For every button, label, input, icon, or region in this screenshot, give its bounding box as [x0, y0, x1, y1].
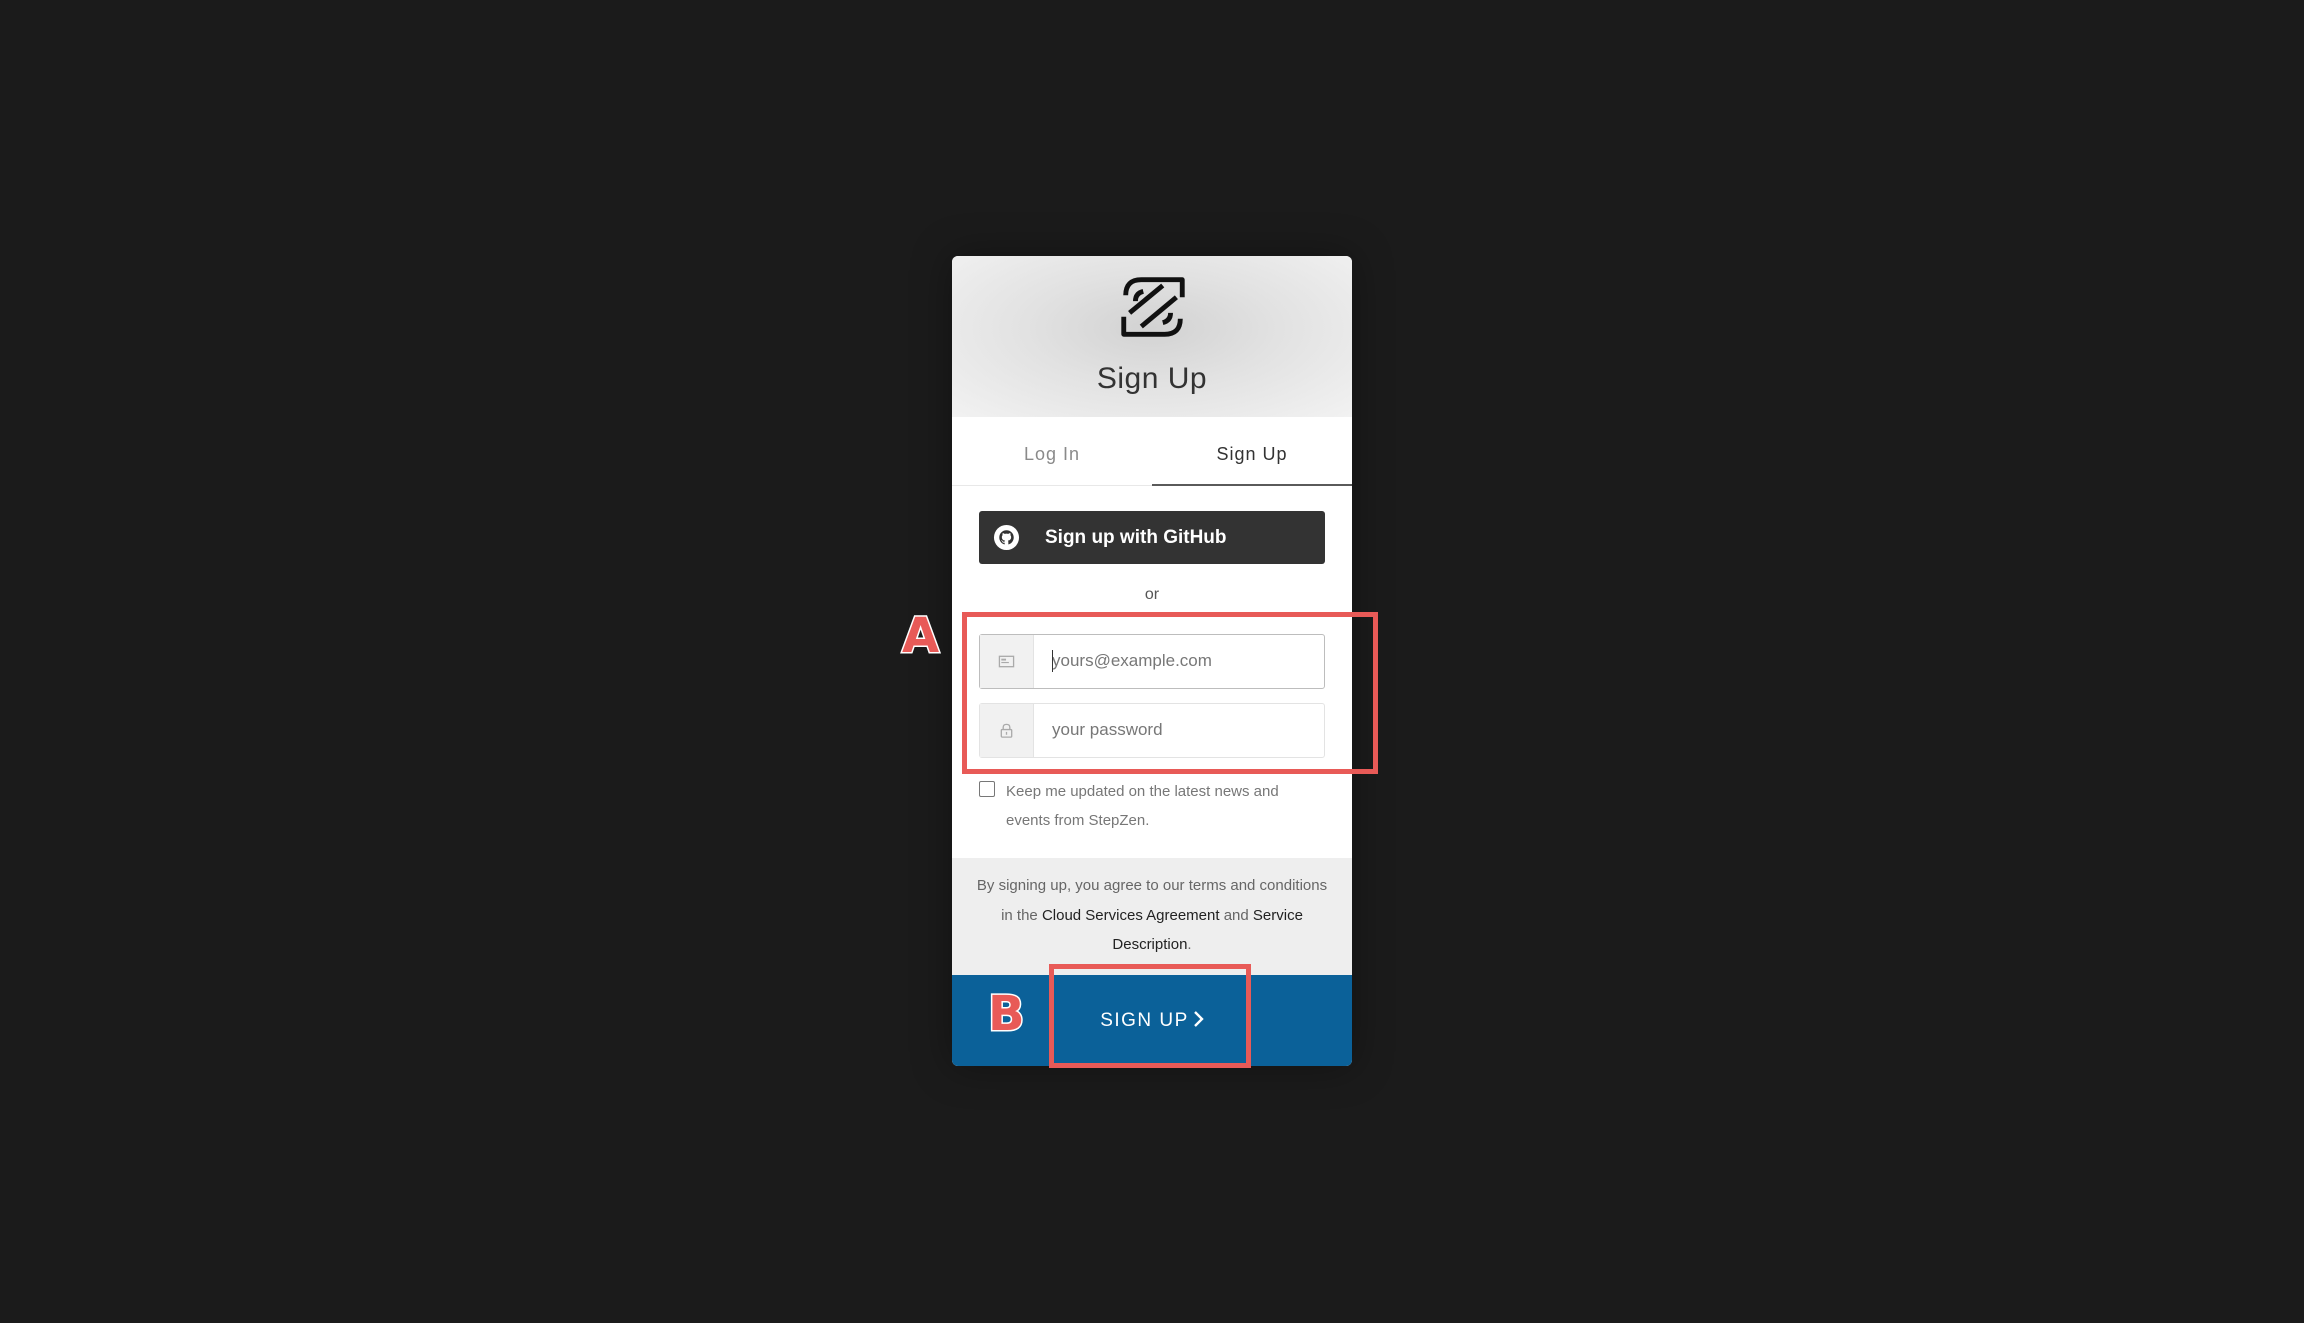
stepzen-logo-icon	[1121, 277, 1185, 337]
auth-tabs: Log In Sign Up	[952, 417, 1352, 486]
github-button-label: Sign up with GitHub	[1045, 527, 1227, 548]
github-icon	[993, 524, 1020, 551]
or-divider: or	[1144, 586, 1160, 603]
annotation-label-a: A	[900, 608, 940, 664]
annotation-box-a	[962, 612, 1378, 774]
card-header: Sign Up	[952, 256, 1352, 417]
newsletter-label: Keep me updated on the latest news and e…	[1006, 783, 1279, 829]
terms-middle: and	[1219, 906, 1253, 924]
terms-suffix: .	[1187, 936, 1192, 953]
terms-section: By signing up, you agree to our terms an…	[952, 858, 1352, 975]
tab-log-in[interactable]: Log In	[952, 417, 1152, 485]
terms-text: By signing up, you agree to our terms an…	[970, 871, 1334, 960]
newsletter-checkbox[interactable]	[979, 781, 995, 797]
github-signup-button[interactable]: Sign up with GitHub	[979, 511, 1325, 564]
annotation-box-b	[1049, 964, 1251, 1068]
page-background: Sign Up Log In Sign Up Sign up with GitH…	[0, 0, 2304, 1323]
cloud-services-agreement-link[interactable]: Cloud Services Agreement	[1042, 907, 1220, 924]
annotation-label-b: B	[987, 986, 1027, 1042]
page-title: Sign Up	[1096, 362, 1208, 395]
tab-sign-up[interactable]: Sign Up	[1152, 417, 1352, 486]
